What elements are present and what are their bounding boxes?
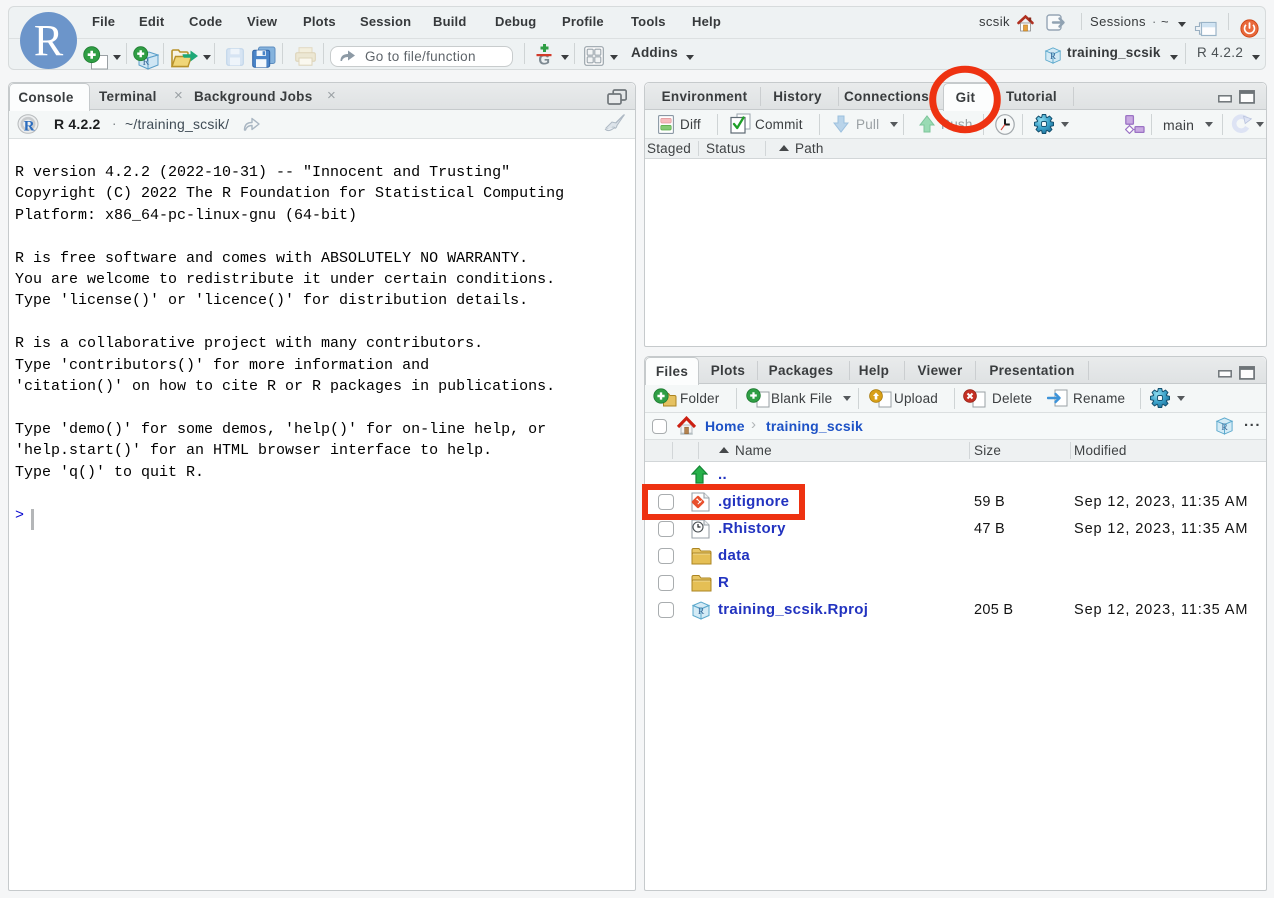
svg-text:G: G (538, 52, 550, 67)
svg-text:R: R (1221, 423, 1228, 433)
svg-text:R: R (24, 119, 35, 135)
svg-text:R: R (698, 607, 705, 617)
svg-text:R: R (1050, 51, 1056, 61)
